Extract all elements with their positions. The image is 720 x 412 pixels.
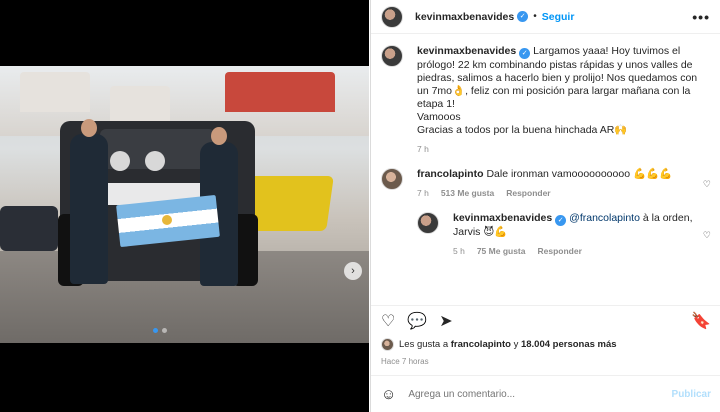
- reply-username[interactable]: kevinmaxbenavides: [453, 212, 552, 224]
- post-sidebar: kevinmaxbenavides ✓ • Seguir ••• kevinma…: [370, 0, 720, 412]
- reply-button[interactable]: Responder: [537, 245, 581, 258]
- comment: francolapinto Dale ironman vamoooooooooo…: [371, 156, 720, 200]
- mention-link[interactable]: @francolapinto: [569, 212, 640, 224]
- comment-composer: ☺ Publicar: [371, 375, 720, 412]
- comment-text: Dale ironman vamoooooooooo 💪💪💪: [486, 168, 673, 180]
- comment-input[interactable]: [408, 388, 672, 400]
- comment-username[interactable]: francolapinto: [417, 168, 484, 180]
- comments-section[interactable]: kevinmaxbenavides ✓ Largamos yaaa! Hoy tu…: [371, 35, 720, 305]
- likes-user[interactable]: francolapinto: [451, 339, 511, 350]
- likes-summary: Les gusta a francolapinto y 18.004 perso…: [381, 338, 617, 351]
- carousel-dot: [162, 328, 167, 333]
- caption-line: Vamooos: [417, 111, 461, 123]
- driver-left: [70, 134, 108, 284]
- verified-icon: ✓: [555, 215, 567, 226]
- comment-reply: kevinmaxbenavides ✓ @francolapinto à la o…: [371, 200, 720, 258]
- photo-vehicle-left: [0, 206, 58, 251]
- likes-prefix: Les gusta a: [399, 339, 451, 350]
- action-bar: ♡ 💬 ➤ 🔖: [371, 305, 720, 335]
- likes-middle: y: [510, 339, 521, 350]
- caption-time: 7 h: [417, 144, 429, 154]
- post-header: kevinmaxbenavides ✓ • Seguir •••: [371, 0, 720, 34]
- avatar[interactable]: [381, 5, 403, 28]
- avatar[interactable]: [381, 338, 394, 351]
- carousel-dots: [153, 328, 167, 333]
- post-photo[interactable]: ›: [0, 66, 369, 343]
- heart-icon[interactable]: ♡: [381, 311, 395, 331]
- caption-username[interactable]: kevinmaxbenavides: [417, 45, 516, 57]
- likes-count[interactable]: 18.004 personas más: [521, 339, 617, 350]
- comment-icon[interactable]: 💬: [407, 311, 427, 331]
- emoji-icon[interactable]: ☺: [381, 386, 396, 403]
- verified-icon: ✓: [517, 11, 529, 22]
- avatar[interactable]: [381, 45, 403, 67]
- share-icon[interactable]: ➤: [439, 311, 452, 331]
- comment-likes[interactable]: 513 Me gusta: [441, 187, 494, 200]
- comment-time: 7 h: [417, 188, 429, 198]
- post-time: Hace 7 horas: [381, 357, 429, 366]
- next-slide-icon[interactable]: ›: [344, 262, 362, 280]
- reply-time: 5 h: [453, 246, 465, 256]
- like-comment-icon[interactable]: ♡: [703, 230, 711, 241]
- photo-tent: [110, 86, 170, 126]
- caption-line: Gracias a todos por la buena hinchada AR…: [417, 124, 628, 136]
- avatar[interactable]: [417, 212, 439, 234]
- reply-likes[interactable]: 75 Me gusta: [477, 245, 526, 258]
- reply-button[interactable]: Responder: [506, 187, 550, 200]
- like-comment-icon[interactable]: ♡: [703, 179, 711, 190]
- avatar[interactable]: [381, 168, 403, 190]
- follow-button[interactable]: Seguir: [542, 11, 575, 23]
- separator: •: [533, 11, 537, 22]
- post-comment-button[interactable]: Publicar: [672, 389, 711, 400]
- header-username[interactable]: kevinmaxbenavides: [415, 11, 514, 23]
- caption: kevinmaxbenavides ✓ Largamos yaaa! Hoy tu…: [371, 35, 720, 156]
- photo-tent: [20, 72, 90, 112]
- more-options-icon[interactable]: •••: [692, 9, 710, 25]
- post-media: ›: [0, 0, 369, 412]
- photo-tent-red: [225, 72, 335, 112]
- bookmark-icon[interactable]: 🔖: [691, 311, 711, 331]
- carousel-dot: [153, 328, 158, 333]
- verified-icon: ✓: [519, 48, 531, 59]
